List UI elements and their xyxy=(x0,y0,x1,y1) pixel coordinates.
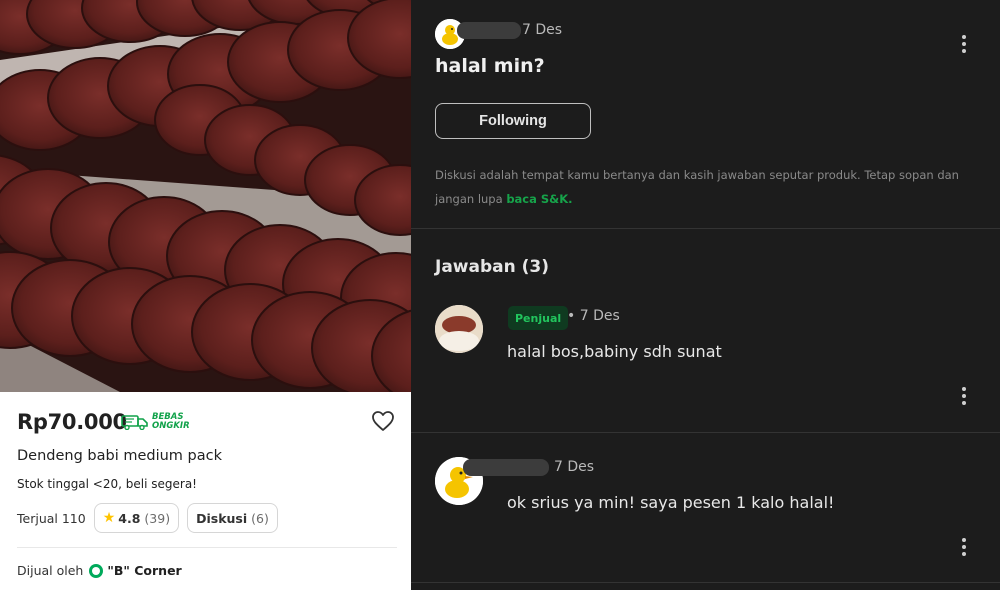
seller-row[interactable]: Dijual oleh "B" Corner xyxy=(17,563,182,578)
answer-divider xyxy=(411,582,1000,583)
answer-date: • 7 Des xyxy=(567,308,620,324)
question-text: halal min? xyxy=(435,55,545,77)
heart-icon[interactable] xyxy=(371,410,395,432)
rating-pill[interactable]: ★ 4.8 (39) xyxy=(93,503,180,533)
answer-text: halal bos,babiny sdh sunat xyxy=(507,342,722,361)
seller-store-avatar-icon xyxy=(435,305,483,353)
answer-text: ok srius ya min! saya pesen 1 kalo halal… xyxy=(507,493,835,512)
ongkir-label: ONGKIR xyxy=(152,421,190,431)
question-menu-icon[interactable] xyxy=(961,35,967,53)
redacted-username xyxy=(463,459,549,476)
following-button[interactable]: Following xyxy=(435,103,591,139)
answer-menu-icon[interactable] xyxy=(961,387,967,405)
stock-text: Stok tinggal <20, beli segera! xyxy=(17,477,197,491)
question-date: 7 Des xyxy=(522,22,563,38)
seller-avatar[interactable] xyxy=(435,305,483,353)
product-photo-art xyxy=(0,0,411,392)
seller-name: "B" Corner xyxy=(107,563,182,578)
product-title: Dendeng babi medium pack xyxy=(17,448,222,464)
rating-count: (39) xyxy=(144,510,171,526)
star-icon: ★ xyxy=(102,510,116,526)
delivery-truck-icon xyxy=(121,415,148,430)
divider xyxy=(17,547,397,548)
answers-title: Jawaban (3) xyxy=(435,257,550,277)
product-price: Rp70.000 xyxy=(17,410,127,434)
discussion-info: Diskusi adalah tempat kamu bertanya dan … xyxy=(435,163,980,211)
official-store-badge-icon xyxy=(89,563,104,578)
product-image[interactable] xyxy=(0,0,411,392)
redacted-username xyxy=(457,22,521,39)
rating-value: 4.8 xyxy=(118,510,141,526)
discussion-pill[interactable]: Diskusi (6) xyxy=(187,503,278,533)
terms-link[interactable]: baca S&K. xyxy=(506,192,572,206)
answer-menu-icon[interactable] xyxy=(961,538,967,556)
seller-prefix: Dijual oleh xyxy=(17,563,84,578)
discussion-panel: 7 Des halal min? Following Diskusi adala… xyxy=(411,0,1000,590)
seller-badge: Penjual xyxy=(508,306,569,330)
answer-date: 7 Des xyxy=(554,459,595,475)
answer-divider xyxy=(411,432,1000,433)
product-stats: Terjual 110 ★ 4.8 (39) Diskusi (6) xyxy=(17,502,278,534)
price-row: Rp70.000 BEBAS ONGKIR xyxy=(17,408,397,438)
discussion-count: (6) xyxy=(251,510,269,526)
product-panel: Rp70.000 BEBAS ONGKIR Dendeng babi mediu… xyxy=(0,0,411,590)
discussion-label: Diskusi xyxy=(196,510,248,526)
section-divider xyxy=(411,228,1000,229)
bebas-ongkir-badge: BEBAS ONGKIR xyxy=(121,413,190,431)
sold-count: Terjual 110 xyxy=(17,510,86,526)
